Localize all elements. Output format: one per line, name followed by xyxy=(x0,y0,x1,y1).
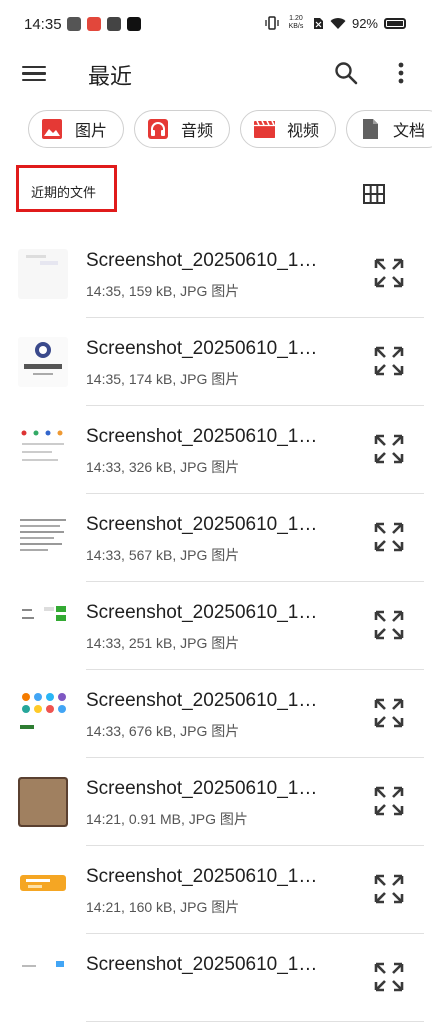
wifi-icon xyxy=(330,17,346,29)
movie-icon xyxy=(254,120,275,138)
app-bar: 最近 xyxy=(0,50,432,96)
expand-icon[interactable] xyxy=(374,522,404,552)
file-meta: 14:33, 326 kB, JPG 图片 xyxy=(86,459,240,475)
file-meta: 14:33, 676 kB, JPG 图片 xyxy=(86,723,240,739)
net-speed-value: 1.20 xyxy=(289,15,303,22)
file-meta: 14:21, 0.91 MB, JPG 图片 xyxy=(86,811,248,827)
recent-files-header: 近期的文件 xyxy=(16,165,117,212)
file-meta: 14:35, 159 kB, JPG 图片 xyxy=(86,283,240,299)
chip-video[interactable]: 视频 xyxy=(240,110,336,148)
net-speed: 1.20 KB/s xyxy=(285,15,307,31)
expand-icon[interactable] xyxy=(374,434,404,464)
file-row[interactable]: Screenshot_20250610_1… 14:33, 326 kB, JPG… xyxy=(0,406,432,494)
file-thumbnail xyxy=(18,953,68,1003)
file-thumbnail xyxy=(18,249,68,299)
status-bar: 14:35 1.20 KB/s 92% xyxy=(0,0,432,50)
app-notification-icon xyxy=(67,17,81,31)
chip-label: 图片 xyxy=(75,121,108,140)
expand-icon[interactable] xyxy=(374,346,404,376)
file-thumbnail xyxy=(18,337,68,387)
category-chips: 图片 音频 视频 文档 xyxy=(16,110,432,150)
vibrate-icon xyxy=(265,16,279,30)
file-meta: 14:35, 174 kB, JPG 图片 xyxy=(86,371,240,387)
expand-icon[interactable] xyxy=(374,874,404,904)
file-thumbnail xyxy=(18,865,68,915)
app-notification-icon xyxy=(107,17,121,31)
chip-label: 视频 xyxy=(287,121,320,140)
status-time: 14:35 xyxy=(24,16,62,33)
net-speed-unit: KB/s xyxy=(288,23,304,30)
file-name: Screenshot_20250610_1… xyxy=(86,338,318,359)
file-name: Screenshot_20250610_1… xyxy=(86,866,318,887)
file-row[interactable]: Screenshot_20250610_1… 14:33, 251 kB, JPG… xyxy=(0,582,432,670)
expand-icon[interactable] xyxy=(374,962,404,992)
file-row[interactable]: Screenshot_20250610_1… 14:21, 0.91 MB, JP… xyxy=(0,758,432,846)
chip-label: 文档 xyxy=(393,121,426,140)
file-thumbnail xyxy=(18,689,68,739)
file-row[interactable]: Screenshot_20250610_1… 14:33, 567 kB, JPG… xyxy=(0,494,432,582)
search-icon[interactable] xyxy=(333,60,359,86)
file-name: Screenshot_20250610_1… xyxy=(86,954,318,975)
file-meta: 14:33, 567 kB, JPG 图片 xyxy=(86,547,240,563)
sim-icon xyxy=(313,17,323,29)
grid-view-icon[interactable] xyxy=(363,184,385,204)
app-notification-icon xyxy=(87,17,101,31)
expand-icon[interactable] xyxy=(374,258,404,288)
image-icon xyxy=(42,119,62,139)
chip-documents[interactable]: 文档 xyxy=(346,110,432,148)
hamburger-menu-icon[interactable] xyxy=(22,62,46,84)
file-thumbnail xyxy=(18,425,68,475)
file-row[interactable]: Screenshot_20250610_1… xyxy=(0,934,432,1022)
more-vert-icon[interactable] xyxy=(388,60,414,86)
chip-audio[interactable]: 音频 xyxy=(134,110,230,148)
tiktok-icon xyxy=(127,17,141,31)
file-meta: 14:21, 160 kB, JPG 图片 xyxy=(86,899,240,915)
status-right: 1.20 KB/s 92% xyxy=(265,15,406,31)
file-name: Screenshot_20250610_1… xyxy=(86,250,318,271)
expand-icon[interactable] xyxy=(374,786,404,816)
file-name: Screenshot_20250610_1… xyxy=(86,426,318,447)
notification-icons xyxy=(67,17,141,31)
file-name: Screenshot_20250610_1… xyxy=(86,602,318,623)
expand-icon[interactable] xyxy=(374,698,404,728)
file-row[interactable]: Screenshot_20250610_1… 14:33, 676 kB, JPG… xyxy=(0,670,432,758)
file-row[interactable]: Screenshot_20250610_1… 14:21, 160 kB, JPG… xyxy=(0,846,432,934)
file-row[interactable]: Screenshot_20250610_1… 14:35, 159 kB, JPG… xyxy=(0,230,432,318)
file-name: Screenshot_20250610_1… xyxy=(86,514,318,535)
expand-icon[interactable] xyxy=(374,610,404,640)
file-name: Screenshot_20250610_1… xyxy=(86,778,318,799)
section-title: 近期的文件 xyxy=(31,186,97,201)
chip-images[interactable]: 图片 xyxy=(28,110,124,148)
file-row[interactable]: Screenshot_20250610_1… 14:35, 174 kB, JPG… xyxy=(0,318,432,406)
chip-label: 音频 xyxy=(181,121,214,140)
battery-percent: 92% xyxy=(351,15,378,31)
headphones-icon xyxy=(148,119,168,139)
battery-icon xyxy=(384,17,406,29)
file-thumbnail xyxy=(18,601,68,651)
file-thumbnail xyxy=(18,777,68,827)
file-name: Screenshot_20250610_1… xyxy=(86,690,318,711)
document-icon xyxy=(363,119,378,139)
file-meta: 14:33, 251 kB, JPG 图片 xyxy=(86,635,240,651)
page-title: 最近 xyxy=(88,65,133,90)
file-thumbnail xyxy=(18,513,68,563)
